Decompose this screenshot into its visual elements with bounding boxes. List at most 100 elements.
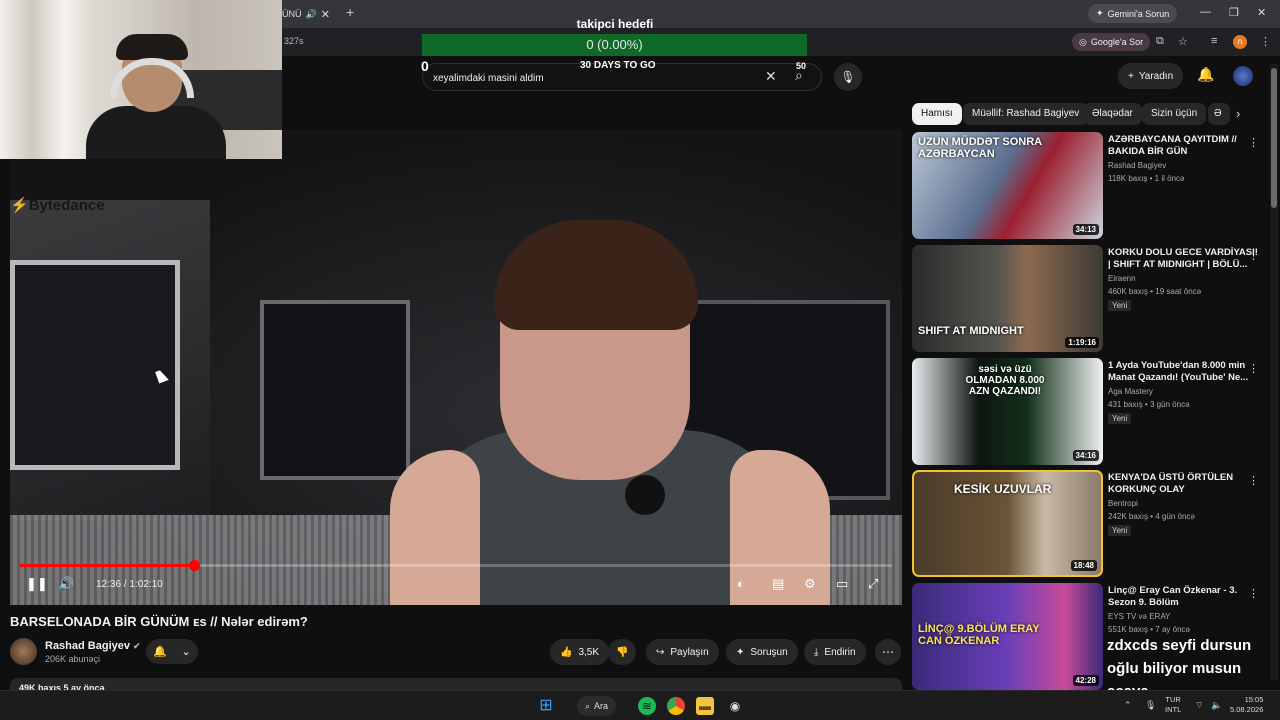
install-app-icon[interactable]: ⧉	[1156, 35, 1164, 48]
url-fragment[interactable]: 327s	[284, 36, 304, 46]
recommendation-channel[interactable]: Aga Mastery	[1108, 387, 1153, 396]
chevron-right-icon[interactable]: ›	[1236, 106, 1240, 121]
create-button[interactable]: + Yaradın	[1118, 63, 1184, 89]
download-button[interactable]: ⤓ Endirin	[804, 639, 866, 665]
subscription-button[interactable]: 🔔 ⌄	[146, 639, 198, 664]
browser-tab[interactable]: ÜNÜ 🔊 ✕	[282, 2, 340, 26]
recommendation-item[interactable]: səsi və üzü OLMADAN 8.000 AZN QAZANDI! 3…	[912, 358, 1267, 466]
kebab-menu-icon[interactable]: ⋮	[1248, 362, 1259, 375]
clear-search-icon[interactable]: ✕	[765, 68, 777, 85]
new-tab-button[interactable]: +	[346, 4, 354, 20]
recommendation-title[interactable]: Linç@ Eray Can Özkenar - 3. Sezon 9. Böl…	[1108, 585, 1258, 609]
kebab-menu-icon[interactable]: ⋮	[1248, 474, 1259, 487]
chip-for-you[interactable]: Sizin üçün	[1142, 103, 1207, 125]
voice-search-icon[interactable]: 🎙	[834, 63, 862, 91]
gemini-button[interactable]: ✦ Gemini'a Sorun	[1088, 4, 1178, 23]
goal-progress-text: 0 (0.00%)	[586, 37, 643, 52]
sparkle-icon: ✦	[1096, 8, 1104, 18]
channel-name[interactable]: Rashad Bagiyev ✔	[45, 640, 141, 652]
file-explorer-icon[interactable]: ▬	[696, 697, 714, 715]
pause-icon[interactable]: ❚❚	[26, 576, 48, 592]
duration-badge: 18:48	[1070, 560, 1097, 571]
chat-username: zdxcds	[1107, 637, 1158, 654]
recommendation-channel[interactable]: Bentropi	[1108, 499, 1138, 508]
restore-icon[interactable]: ❐	[1229, 6, 1239, 19]
recommendation-item[interactable]: SHIFT AT MIDNIGHT 1:19:16 KORKU DOLU GEC…	[912, 245, 1267, 353]
volume-icon[interactable]: 🔈	[1211, 700, 1222, 711]
new-badge: Yeni	[1108, 413, 1132, 424]
recommendation-meta: 242K baxış • 4 gün öncə	[1108, 512, 1195, 521]
ask-label: Soruşun	[750, 646, 788, 658]
scrollbar-thumb[interactable]	[1271, 68, 1277, 208]
recommendation-title[interactable]: KENYA'DA ÜSTÜ ÖRTÜLEN KORKUNÇ OLAY	[1108, 472, 1258, 496]
video-person-hair	[494, 220, 698, 330]
video-thumbnail[interactable]: səsi və üzü OLMADAN 8.000 AZN QAZANDI! 3…	[912, 358, 1103, 465]
kebab-menu-icon[interactable]: ⋮	[1248, 249, 1259, 262]
like-button[interactable]: 👍 3,5K	[550, 639, 610, 665]
video-thumbnail[interactable]: LİNÇ@ 9.BÖLÜM ERAY CAN ÖZKENAR 42:28	[912, 583, 1103, 690]
video-thumbnail[interactable]: SHIFT AT MIDNIGHT 1:19:16	[912, 245, 1103, 352]
autoplay-toggle-icon[interactable]: ◐	[737, 576, 745, 591]
channel-avatar[interactable]	[10, 638, 37, 665]
volume-icon[interactable]: 🔊	[58, 576, 74, 592]
chip-author[interactable]: Müəllif: Rashad Bagiyev	[963, 103, 1089, 125]
system-clock[interactable]: 15:05 5.08.2026	[1230, 695, 1263, 715]
recommendation-channel[interactable]: Rashad Bagiyev	[1108, 161, 1166, 170]
page-scrollbar[interactable]	[1270, 64, 1278, 680]
speaker-icon[interactable]: 🔊	[306, 9, 317, 20]
recommendation-meta: 551K baxış • 7 ay öncə	[1108, 625, 1190, 634]
recommendation-channel[interactable]: EYS TV və ERAY	[1108, 612, 1170, 621]
settings-gear-icon[interactable]: ⚙	[804, 576, 816, 592]
share-button[interactable]: ↪ Paylaşın	[646, 639, 719, 665]
taskbar-search-label: Ara	[594, 701, 609, 711]
close-window-icon[interactable]: ✕	[1257, 6, 1266, 19]
chevron-up-icon[interactable]: ⌃	[1124, 700, 1132, 711]
video-progress-bar[interactable]	[20, 560, 892, 571]
video-thumbnail[interactable]: UZUN MÜDDƏT SONRA AZƏRBAYCAN 34:13	[912, 132, 1103, 239]
more-actions-icon[interactable]: ⋯	[875, 639, 901, 665]
recommendation-title[interactable]: AZƏRBAYCANA QAYITDIM // BAKIDA BİR GÜN	[1108, 134, 1258, 158]
reading-list-icon[interactable]: ≡	[1211, 35, 1217, 47]
recommendation-title[interactable]: 1 Ayda YouTube'dan 8.000 min Manat Qazan…	[1108, 360, 1258, 384]
close-tab-icon[interactable]: ✕	[321, 8, 330, 21]
thumbnail-caption: səsi və üzü OLMADAN 8.000 AZN QAZANDI!	[965, 364, 1045, 397]
taskbar-search[interactable]: ⌕ Ara	[577, 696, 617, 716]
microphone-icon[interactable]: 🎙	[1145, 700, 1156, 711]
chip-all[interactable]: Hamısı	[912, 103, 962, 125]
search-input[interactable]	[433, 69, 753, 87]
fullscreen-icon[interactable]: ⤢	[868, 576, 878, 592]
recommendation-item[interactable]: UZUN MÜDDƏT SONRA AZƏRBAYCAN 34:13 AZƏRB…	[912, 132, 1267, 240]
subtitles-icon[interactable]: ▤	[772, 576, 784, 592]
chip-related[interactable]: Əlaqədar	[1083, 103, 1142, 125]
theater-mode-icon[interactable]: ▭	[836, 576, 848, 592]
minimize-icon[interactable]: —	[1200, 6, 1211, 18]
account-avatar[interactable]	[1233, 66, 1253, 86]
recommendation-channel[interactable]: Eiraenn	[1108, 274, 1136, 283]
recommendation-item[interactable]: KESİK UZUVLAR 18:48 KENYA'DA ÜSTÜ ÖRTÜLE…	[912, 470, 1267, 578]
windows-start-icon[interactable]: ⊞	[537, 697, 555, 715]
spotify-icon[interactable]: ≋	[638, 697, 656, 715]
duration-badge: 34:13	[1072, 224, 1099, 235]
notifications-bell-icon[interactable]: 🔔	[1197, 66, 1214, 83]
kebab-menu-icon[interactable]: ⋮	[1248, 587, 1259, 600]
google-ask-button[interactable]: ◎ Google'a Sor	[1072, 33, 1151, 51]
channel-name-text: Rashad Bagiyev	[45, 640, 130, 652]
video-thumbnail[interactable]: KESİK UZUVLAR 18:48	[912, 470, 1103, 577]
chip-more[interactable]: Ə	[1208, 103, 1230, 125]
obs-icon[interactable]: ◉	[726, 697, 744, 715]
ask-button[interactable]: ✦ Soruşun	[726, 639, 798, 665]
dislike-button[interactable]: 👎	[608, 639, 637, 665]
thumbnail-caption: KESİK UZUVLAR	[954, 482, 1052, 496]
recommendation-title[interactable]: KORKU DOLU GECE VARDİYASI! | SHIFT AT MI…	[1108, 247, 1258, 271]
browser-profile-avatar[interactable]: n	[1233, 35, 1247, 49]
chrome-icon[interactable]	[667, 697, 685, 715]
bookmark-star-icon[interactable]: ☆	[1178, 35, 1188, 48]
video-player[interactable]: ⚡Bytedance ❚❚ 🔊 12:36 / 1:02:10 ◐ ▤ ⚙ ▭ …	[10, 130, 902, 605]
browser-menu-icon[interactable]: ⋮	[1260, 35, 1271, 48]
wifi-icon[interactable]: ⌔	[1195, 700, 1203, 711]
input-language[interactable]: TUR INTL	[1165, 695, 1181, 715]
thumbnail-caption: UZUN MÜDDƏT SONRA AZƏRBAYCAN	[918, 136, 1042, 160]
recommendation-meta: 118K baxış • 1 il öncə	[1108, 174, 1185, 183]
chevron-down-icon: ⌄	[181, 646, 191, 658]
kebab-menu-icon[interactable]: ⋮	[1248, 136, 1259, 149]
